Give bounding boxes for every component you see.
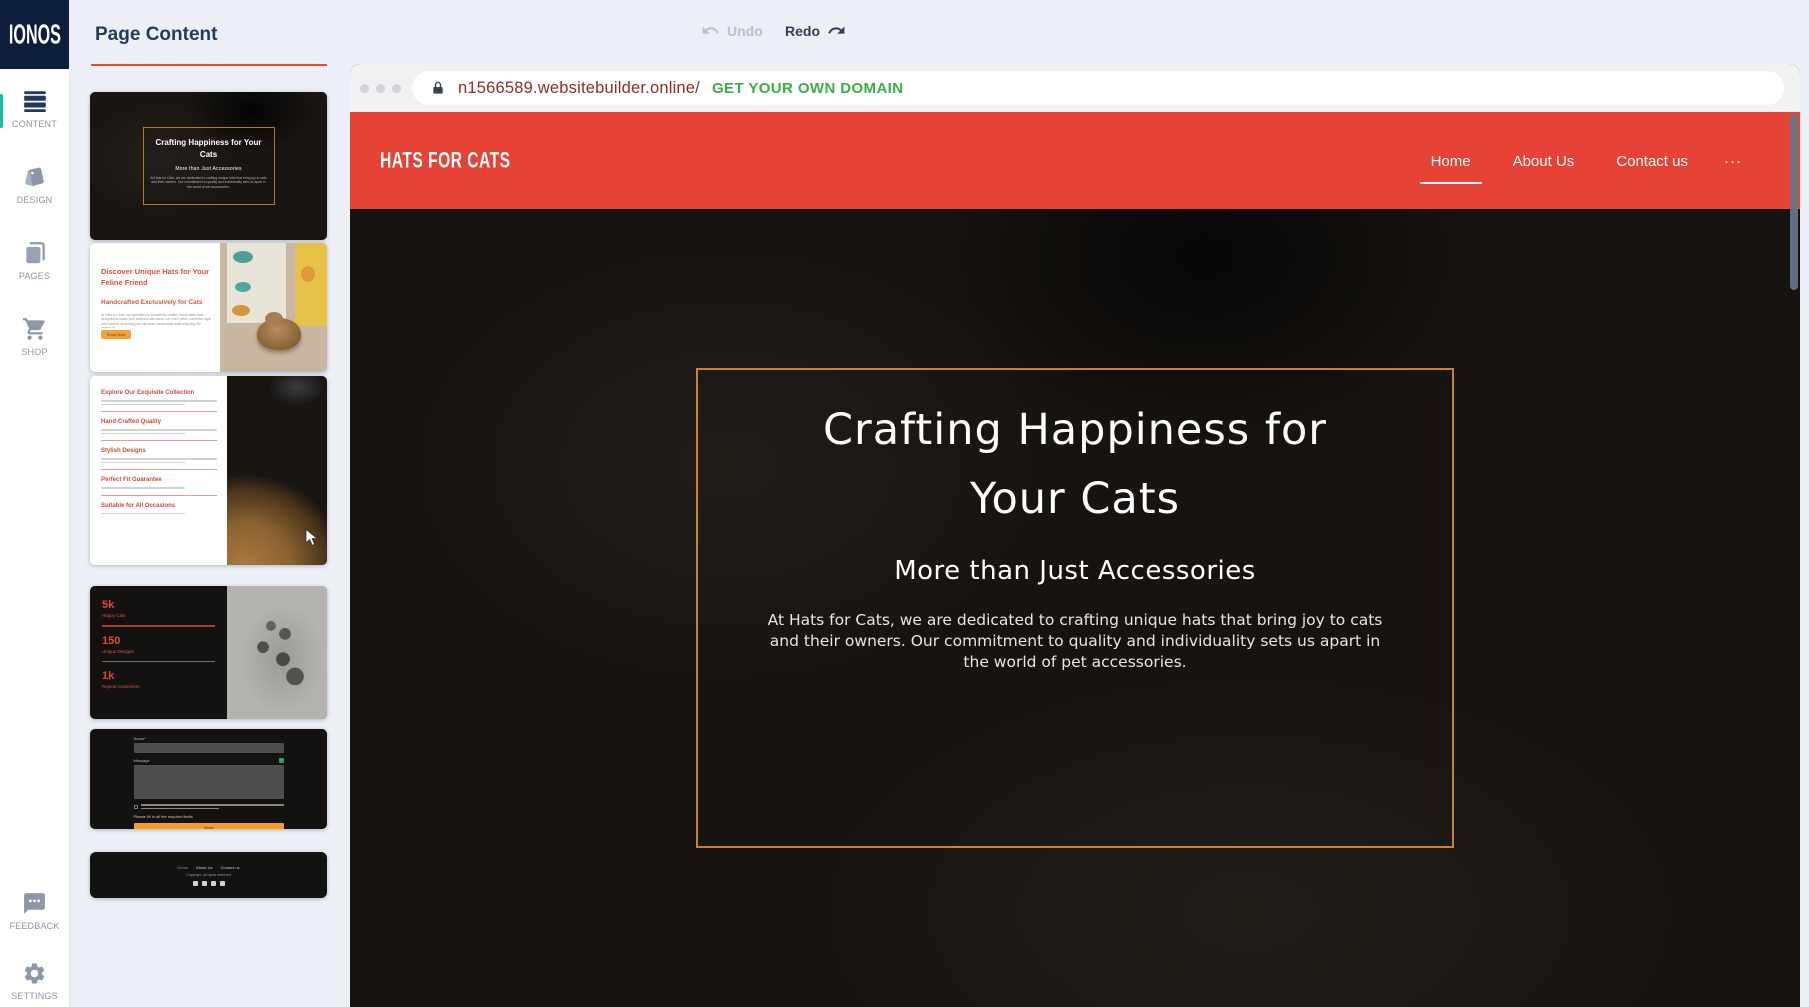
undo-icon	[701, 21, 720, 40]
thumbnail-footer-section[interactable]: Home About Us Contact us Copyright, all …	[90, 852, 327, 898]
thumbnail-form: Name* Message Please fill in all the req…	[134, 729, 284, 829]
thumbnail-discover-heading: Discover Unique Hats for Your Feline Fri…	[101, 267, 211, 289]
sidebar-item-label: CONTENT	[12, 119, 57, 129]
ionos-logo[interactable]: IONOS	[0, 0, 69, 69]
undo-button[interactable]: Undo	[701, 21, 763, 40]
editor-toolbar: Undo Redo Preview Re-Publish	[327, 0, 1809, 64]
nav-more-button[interactable]: ···	[1724, 153, 1742, 170]
thumbnail-discover-section[interactable]: Discover Unique Hats for Your Feline Fri…	[90, 243, 327, 372]
stat-value: 5k	[102, 599, 215, 611]
thumbnail-fur-photo	[227, 376, 327, 565]
content-icon	[22, 88, 48, 114]
stat-label: Unique Designs	[102, 649, 215, 654]
footer-links: Home About Us Contact us	[177, 865, 239, 870]
site-brand-logo[interactable]: HATS FOR CATS	[380, 148, 511, 174]
nav-item-contact[interactable]: Contact us	[1616, 153, 1688, 170]
thumbnail-pawprint-photo	[227, 586, 327, 719]
nav-item-home[interactable]: Home	[1431, 153, 1471, 170]
shop-cart-icon	[22, 316, 48, 342]
hero-content-box[interactable]: Crafting Happiness for Your Cats More th…	[696, 368, 1454, 848]
canvas-scrollbar-thumb[interactable]	[1790, 114, 1798, 290]
pages-icon	[22, 240, 48, 266]
hero-subtitle[interactable]: More than Just Accessories	[698, 556, 1452, 586]
panel-title: Page Content	[69, 0, 327, 46]
sidebar-item-label: PAGES	[19, 271, 50, 281]
thumbnail-hero-title: Crafting Happiness for Your Cats	[150, 137, 268, 161]
get-domain-link[interactable]: GET YOUR OWN DOMAIN	[712, 80, 904, 97]
address-bar: n1566589.websitebuilder.online/ GET YOUR…	[412, 71, 1784, 105]
sidebar-item-feedback[interactable]: FEEDBACK	[0, 891, 69, 931]
form-send-button: Send	[134, 823, 284, 829]
browser-window-dots	[360, 84, 401, 93]
sidebar-item-label: SHOP	[21, 347, 47, 357]
thumbnail-collection-heading: Stylish Designs	[101, 448, 217, 454]
thumbnail-discover-text: Discover Unique Hats for Your Feline Fri…	[90, 243, 220, 372]
site-url: n1566589.websitebuilder.online/	[458, 79, 700, 98]
sidebar-item-label: DESIGN	[17, 195, 53, 205]
thumbnail-collection-heading: Explore Our Exquisite Collection	[101, 390, 217, 396]
thumbnail-hero-body: At Hats for Cats, we are dedicated to cr…	[150, 176, 268, 188]
stat-label: Repeat Customers	[102, 684, 215, 689]
form-required-note: Please fill in all the required fields	[134, 814, 284, 819]
sidebar-item-shop[interactable]: SHOP	[0, 316, 69, 357]
thumbnail-cat-photo	[220, 243, 327, 372]
section-thumbnail-list: Crafting Happiness for Your Cats More th…	[90, 92, 327, 898]
app-sidebar: IONOS CONTENT DESIGN PAGES SHOP	[0, 0, 69, 1007]
hero-title[interactable]: Crafting Happiness for Your Cats	[698, 396, 1452, 534]
thumbnail-discover-body: At Hats for Cats, we specialize in beaut…	[101, 313, 211, 328]
thumbnail-contact-form-section[interactable]: Name* Message Please fill in all the req…	[90, 729, 327, 829]
stat-value: 1k	[102, 670, 215, 682]
design-icon	[22, 164, 48, 190]
redo-label: Redo	[785, 23, 820, 39]
footer-social-icons	[193, 881, 225, 886]
form-message-field	[134, 765, 284, 799]
sidebar-item-label: SETTINGS	[11, 991, 58, 1001]
redo-icon	[827, 21, 846, 40]
sidebar-item-design[interactable]: DESIGN	[0, 164, 69, 205]
stat-label: Happy Cats	[102, 613, 215, 618]
settings-gear-icon	[22, 961, 47, 986]
thumbnail-collection-heading: Perfect Fit Guarantee	[101, 477, 217, 483]
thumbnail-stats-section[interactable]: 5k Happy Cats 150 Unique Designs 1k Repe…	[90, 586, 327, 719]
thumbnail-discover-subheading: Handcrafted Exclusively for Cats	[101, 299, 211, 306]
site-preview-canvas: n1566589.websitebuilder.online/ GET YOUR…	[350, 64, 1800, 1007]
browser-chrome-bar: n1566589.websitebuilder.online/ GET YOUR…	[350, 64, 1800, 112]
ionos-logo-text: IONOS	[9, 18, 61, 51]
thumbnail-hero-box: Crafting Happiness for Your Cats More th…	[143, 127, 275, 205]
hero-paragraph[interactable]: At Hats for Cats, we are dedicated to cr…	[763, 610, 1388, 672]
thumbnail-collection-heading: Suitable for All Occasions	[101, 503, 217, 509]
nav-item-about[interactable]: About Us	[1513, 153, 1575, 170]
form-consent-text	[141, 804, 284, 811]
sidebar-item-settings[interactable]: SETTINGS	[0, 961, 69, 1001]
thumbnail-hero-section[interactable]: Crafting Happiness for Your Cats More th…	[90, 92, 327, 240]
thumbnail-collection-text: Explore Our Exquisite Collection Hand-Cr…	[90, 376, 227, 565]
form-name-field	[134, 743, 284, 753]
thumbnail-hero-subtitle: More than Just Accessories	[150, 166, 268, 172]
sidebar-item-label: FEEDBACK	[9, 921, 59, 931]
page-content-panel: Page Content Crafting Happiness for Your…	[69, 0, 327, 1007]
hero-section: Crafting Happiness for Your Cats More th…	[350, 209, 1800, 1007]
sidebar-item-pages[interactable]: PAGES	[0, 240, 69, 281]
lock-icon	[430, 79, 446, 97]
form-name-label: Name*	[134, 736, 284, 741]
panel-divider	[91, 64, 327, 66]
undo-label: Undo	[727, 23, 763, 39]
form-status-icon	[279, 758, 284, 763]
thumbnail-shop-now-button: Shop Now	[101, 330, 131, 339]
site-nav: Home About Us Contact us ···	[1431, 153, 1742, 170]
sidebar-item-content[interactable]: CONTENT	[0, 88, 69, 129]
footer-copyright: Copyright, all rights reserved	[186, 873, 231, 877]
redo-button[interactable]: Redo	[785, 21, 846, 40]
form-consent-checkbox	[134, 805, 138, 809]
stat-value: 150	[102, 635, 215, 647]
feedback-icon	[22, 891, 47, 916]
thumbnail-stats-text: 5k Happy Cats 150 Unique Designs 1k Repe…	[90, 586, 227, 719]
form-message-label: Message	[134, 758, 150, 763]
thumbnail-collection-section[interactable]: Explore Our Exquisite Collection Hand-Cr…	[90, 376, 327, 565]
site-header: HATS FOR CATS Home About Us Contact us ·…	[350, 112, 1800, 209]
thumbnail-collection-heading: Hand-Crafted Quality	[101, 419, 217, 425]
